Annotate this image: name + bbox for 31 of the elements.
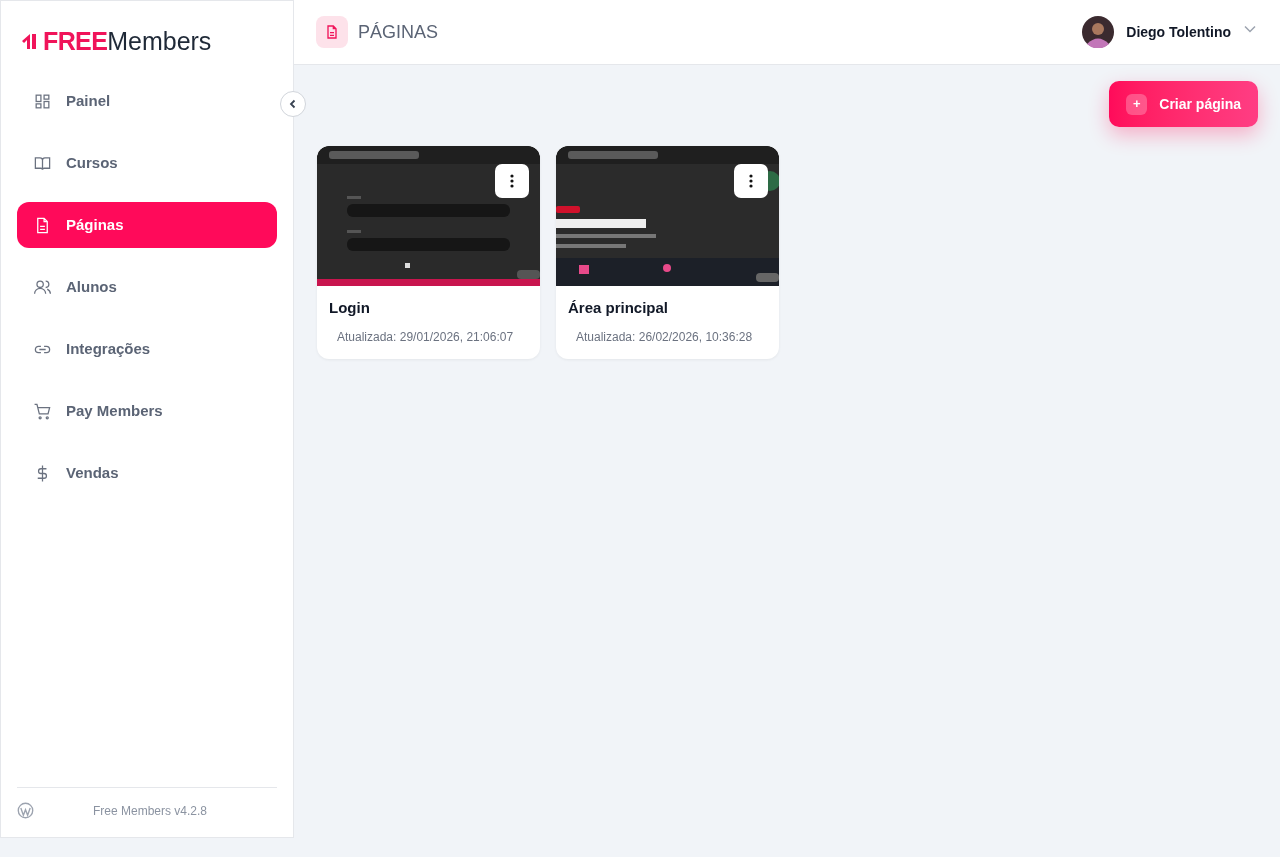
more-options-button[interactable] — [734, 164, 768, 198]
updated-text: Atualizada: 26/02/2026, 10:36:28 — [575, 328, 754, 346]
logo-icon — [21, 32, 39, 50]
logo-name: Members — [107, 26, 212, 55]
sidebar-item[interactable]: Vendas — [17, 450, 277, 496]
version-text: Free Members v4.2.8 — [93, 802, 208, 820]
cart-icon — [33, 401, 52, 421]
sidebar-item[interactable]: Páginas — [17, 202, 277, 248]
more-vertical-icon — [749, 174, 753, 188]
sidebar-item[interactable]: Painel — [17, 78, 277, 124]
sidebar-item[interactable]: Integrações — [17, 326, 277, 372]
page-badge-icon — [316, 16, 348, 48]
page-title: PÁGINAS — [358, 20, 439, 44]
more-options-button[interactable] — [495, 164, 529, 198]
page-name: Login — [329, 298, 371, 318]
sidebar-item[interactable]: Alunos — [17, 264, 277, 310]
page-name: Área principal — [568, 298, 670, 318]
avatar[interactable] — [1082, 16, 1115, 48]
page-card[interactable]: Login Atualizada: 29/01/2026, 21:06:07 — [317, 146, 540, 359]
sidebar-item[interactable]: Pay Members — [17, 388, 277, 434]
sidebar-item[interactable]: Cursos — [17, 140, 277, 186]
collapse-button[interactable] — [280, 91, 306, 117]
plus-icon: + — [1126, 93, 1148, 115]
logo-brand: FREE — [43, 26, 108, 55]
more-vertical-icon — [510, 174, 514, 188]
page-card[interactable]: Área principal Atualizada: 26/02/2026, 10:36:28 — [556, 146, 779, 359]
user-name[interactable]: Diego Tolentino — [1126, 21, 1231, 43]
wordpress-icon — [17, 802, 34, 819]
create-page-button[interactable]: + Criar página — [1109, 81, 1258, 127]
chevron-left-icon — [288, 99, 298, 109]
updated-text: Atualizada: 29/01/2026, 21:06:07 — [336, 328, 515, 346]
